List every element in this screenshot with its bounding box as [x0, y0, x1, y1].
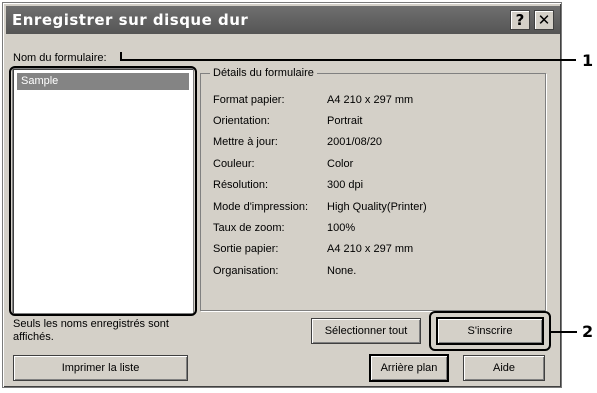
- detail-key: Taux de zoom:: [213, 222, 285, 235]
- detail-row: Mettre à jour: 2001/08/20: [213, 132, 543, 153]
- detail-key: Mettre à jour:: [213, 136, 278, 149]
- detail-row: Mode d'impression: High Quality(Printer): [213, 196, 543, 217]
- detail-key: Format papier:: [213, 93, 285, 106]
- close-icon[interactable]: ✕: [534, 10, 554, 30]
- detail-row: Orientation: Portrait: [213, 110, 543, 131]
- detail-row: Format papier: A4 210 x 297 mm: [213, 89, 543, 110]
- callout-highlight-list: [9, 66, 197, 316]
- callout-2-line: [551, 331, 577, 333]
- detail-row: Organisation: None.: [213, 260, 543, 281]
- detail-key: Couleur:: [213, 157, 255, 170]
- registered-names-note: Seuls les noms enregistrés sont: [13, 318, 169, 330]
- help-button[interactable]: Aide: [463, 355, 545, 381]
- detail-key: Sortie papier:: [213, 243, 279, 256]
- detail-value: Portrait: [327, 115, 363, 128]
- callout-1-line: [120, 59, 576, 61]
- help-icon[interactable]: ?: [510, 10, 530, 30]
- form-details-legend: Détails du formulaire: [210, 67, 317, 80]
- detail-row: Sortie papier: A4 210 x 297 mm: [213, 239, 543, 260]
- detail-value: A4 210 x 297 mm: [327, 93, 414, 106]
- form-name-label: Nom du formulaire:: [13, 52, 107, 64]
- background-button[interactable]: Arrière plan: [370, 355, 448, 381]
- detail-key: Mode d'impression:: [213, 200, 309, 213]
- callout-1-number: 1: [582, 51, 594, 70]
- detail-value: High Quality(Printer): [327, 200, 427, 213]
- callout-2-number: 2: [582, 322, 594, 341]
- detail-value: None.: [327, 264, 357, 277]
- form-details-table: Format papier: A4 210 x 297 mm Orientatio…: [213, 89, 543, 282]
- title-bar[interactable]: Enregistrer sur disque dur ? ✕: [6, 6, 560, 34]
- detail-row: Résolution: 300 dpi: [213, 175, 543, 196]
- detail-value: A4 210 x 297 mm: [327, 243, 414, 256]
- detail-value: Color: [327, 157, 354, 170]
- callout-1-tick: [120, 52, 122, 61]
- print-list-button[interactable]: Imprimer la liste: [13, 355, 188, 381]
- detail-key: Organisation:: [213, 264, 279, 277]
- registered-names-note-line2: affichés.: [13, 331, 54, 343]
- detail-value: 2001/08/20: [327, 136, 383, 149]
- select-all-button[interactable]: Sélectionner tout: [311, 318, 421, 344]
- detail-row: Taux de zoom: 100%: [213, 217, 543, 238]
- detail-key: Résolution:: [213, 179, 269, 192]
- dialog-title: Enregistrer sur disque dur: [12, 11, 249, 29]
- callout-highlight-register: [429, 311, 551, 351]
- detail-key: Orientation:: [213, 115, 270, 128]
- detail-value: 300 dpi: [327, 179, 364, 192]
- detail-value: 100%: [327, 222, 356, 235]
- detail-row: Couleur: Color: [213, 153, 543, 174]
